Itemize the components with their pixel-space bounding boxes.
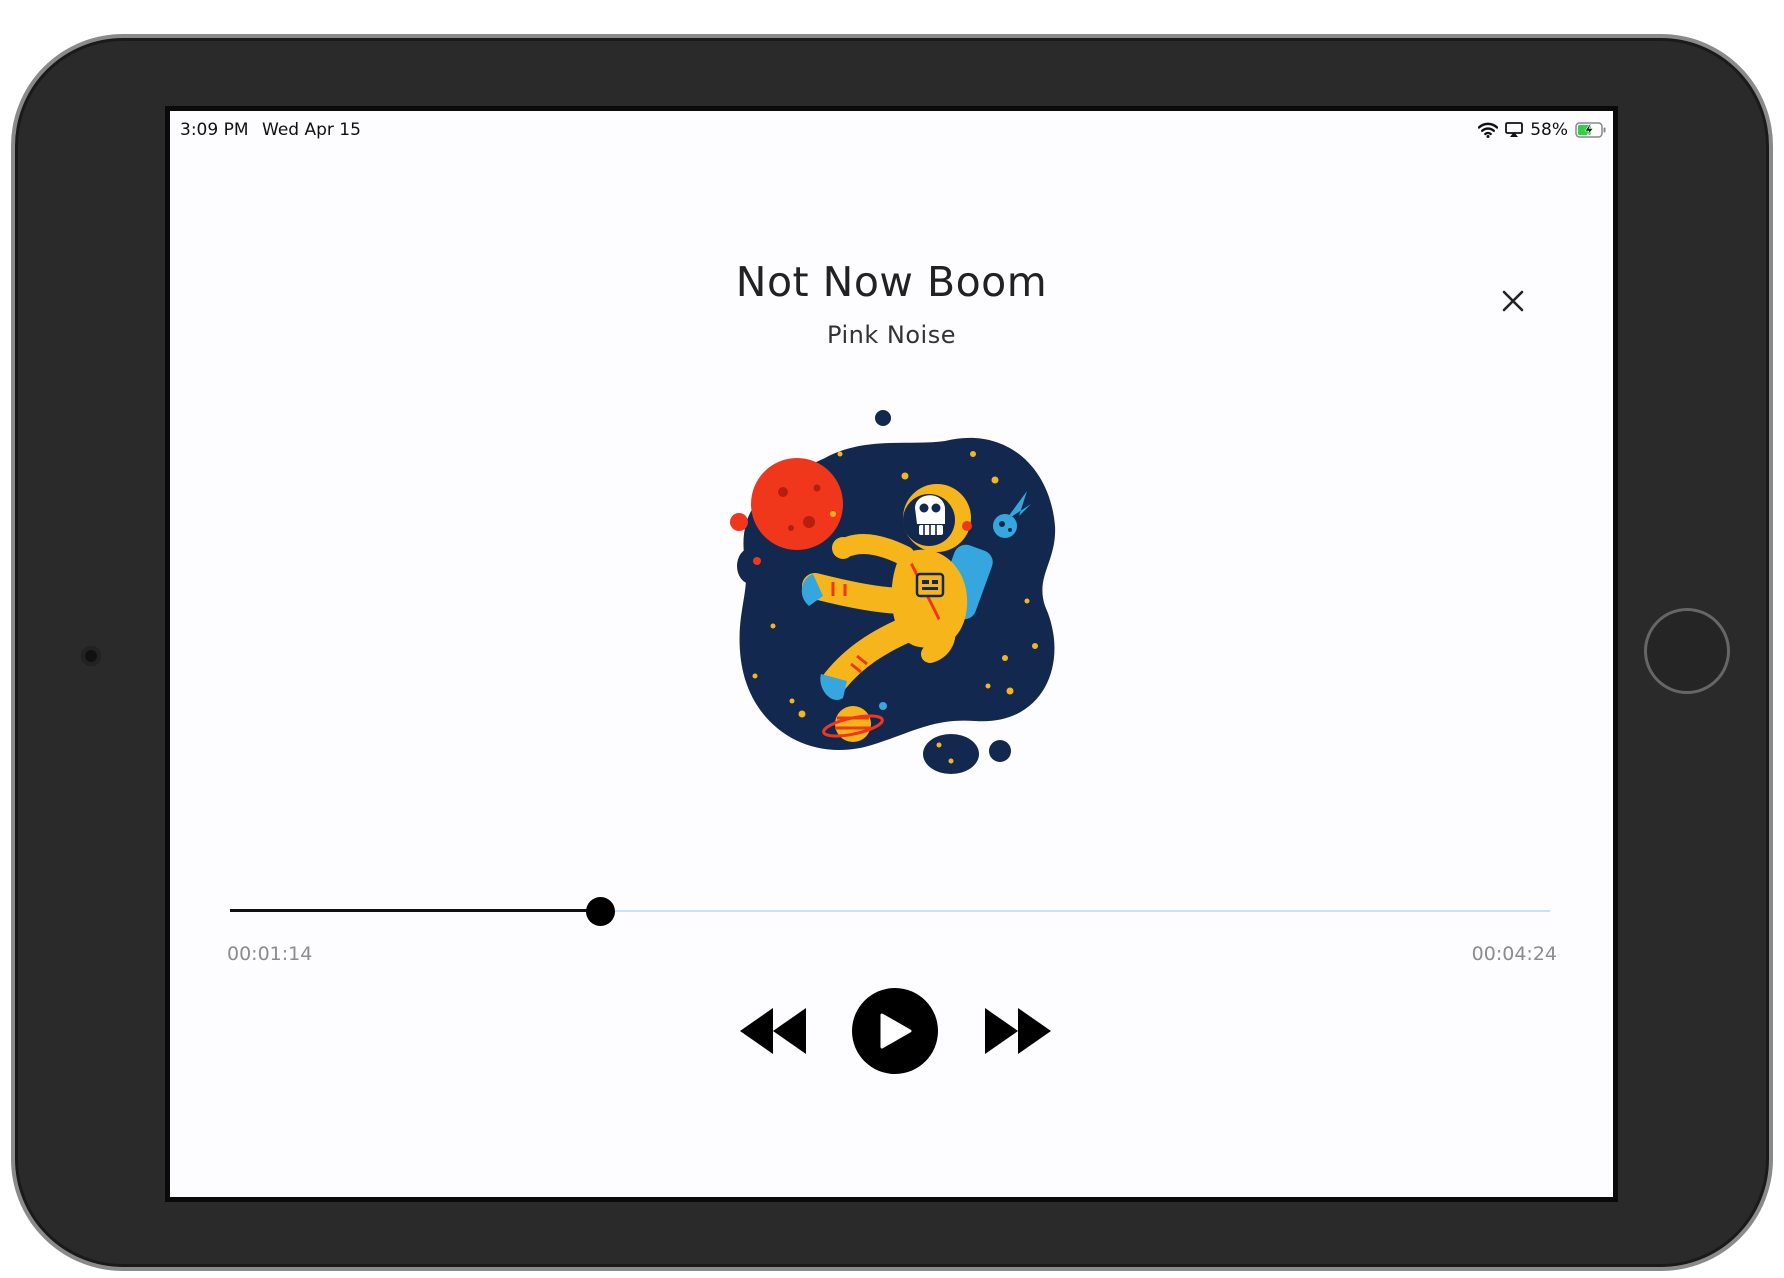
screen: 3:09 PM Wed Apr 15 58% Not Now Boom Pink… xyxy=(165,106,1618,1202)
playback-controls xyxy=(170,988,1613,1074)
artist-name: Pink Noise xyxy=(827,321,956,349)
fast-forward-button[interactable] xyxy=(980,1003,1056,1059)
status-indicators: 58% xyxy=(1478,119,1607,141)
home-button[interactable] xyxy=(1644,608,1730,694)
fast-forward-icon xyxy=(985,1008,1051,1054)
status-time: 3:09 PM xyxy=(180,120,249,140)
rewind-icon xyxy=(740,1008,806,1054)
progress-slider[interactable] xyxy=(230,891,1550,931)
total-time: 00:04:24 xyxy=(1471,943,1557,965)
progress-fill xyxy=(230,909,600,912)
album-artwork xyxy=(730,410,1056,774)
front-camera xyxy=(81,646,101,666)
status-date: Wed Apr 15 xyxy=(262,120,361,140)
play-icon xyxy=(880,1013,912,1049)
battery-charging-icon xyxy=(1575,122,1606,138)
elapsed-time: 00:01:14 xyxy=(227,943,313,965)
airplay-icon xyxy=(1505,122,1524,137)
rewind-button[interactable] xyxy=(735,1003,811,1059)
progress-thumb[interactable] xyxy=(585,897,615,926)
play-button[interactable] xyxy=(852,988,938,1074)
song-title: Not Now Boom xyxy=(735,258,1048,306)
status-bar: 3:09 PM Wed Apr 15 58% xyxy=(170,111,1613,147)
battery-percent: 58% xyxy=(1530,120,1568,140)
wifi-icon xyxy=(1478,122,1499,138)
